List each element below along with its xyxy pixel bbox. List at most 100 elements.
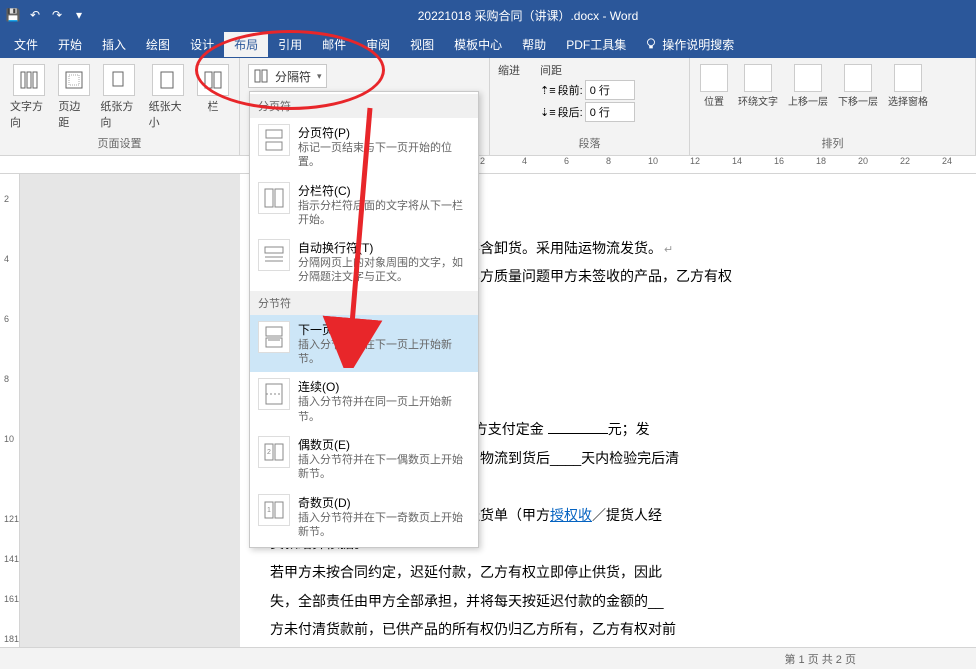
menu-file[interactable]: 文件 bbox=[4, 32, 48, 57]
bring-forward-button[interactable]: 上移一层 bbox=[786, 62, 830, 110]
title-bar: 💾 ↶ ↷ ▾ 20221018 采购合同（讲课）.docx - Word bbox=[0, 0, 976, 30]
odd-page-icon: 1 bbox=[258, 494, 290, 526]
bring-forward-icon bbox=[794, 64, 822, 92]
ruler-mark: 4 bbox=[522, 156, 527, 166]
menu-home[interactable]: 开始 bbox=[48, 32, 92, 57]
page-break-desc: 标记一页结束与下一页开始的位置。 bbox=[298, 141, 470, 170]
menu-mailings[interactable]: 邮件 bbox=[312, 32, 356, 57]
tell-me-label: 操作说明搜索 bbox=[662, 36, 734, 53]
menu-design[interactable]: 设计 bbox=[180, 32, 224, 57]
column-break-desc: 指示分栏符后面的文字将从下一栏开始。 bbox=[298, 199, 470, 228]
indent-label: 缩进 bbox=[498, 62, 520, 78]
odd-page-title: 奇数页(D) bbox=[298, 494, 470, 511]
vertical-ruler[interactable]: 246810121141161181 bbox=[0, 174, 20, 669]
position-icon bbox=[700, 64, 728, 92]
para-late-payment: 若甲方未按合同约定，迟延付款，乙方有权立即停止供货，因此 bbox=[270, 559, 946, 586]
continuous-break-item[interactable]: 连续(O) 插入分节符并在同一页上开始新节。 bbox=[250, 372, 478, 430]
ruler-mark: 2 bbox=[480, 156, 485, 166]
ruler-mark: 6 bbox=[564, 156, 569, 166]
spacing-before-input[interactable] bbox=[585, 80, 635, 100]
spacing-label: 间距 bbox=[540, 62, 635, 78]
menu-template[interactable]: 模板中心 bbox=[444, 32, 512, 57]
tell-me-search[interactable]: 操作说明搜索 bbox=[644, 36, 734, 53]
spacing-after-icon: ⇣≡ bbox=[540, 106, 556, 119]
odd-page-desc: 插入分节符并在下一奇数页上开始新节。 bbox=[298, 511, 470, 540]
ruler-mark: 18 bbox=[816, 156, 826, 166]
page-breaks-section: 分页符 bbox=[250, 94, 478, 118]
vruler-mark: 121 bbox=[4, 514, 19, 524]
section-breaks-section: 分节符 bbox=[250, 291, 478, 315]
menu-bar: 文件 开始 插入 绘图 设计 布局 引用 邮件 审阅 视图 模板中心 帮助 PD… bbox=[0, 30, 976, 58]
position-button[interactable]: 位置 bbox=[698, 62, 730, 110]
vruler-mark: 6 bbox=[4, 314, 9, 324]
columns-icon bbox=[197, 64, 229, 96]
continuous-desc: 插入分节符并在同一页上开始新节。 bbox=[298, 395, 470, 424]
bring-forward-label: 上移一层 bbox=[788, 93, 828, 108]
next-page-desc: 插入分节符并在下一页上开始新节。 bbox=[298, 338, 470, 367]
text-direction-icon bbox=[13, 64, 45, 96]
arrange-group-label: 排列 bbox=[698, 133, 967, 151]
breaks-icon bbox=[253, 68, 269, 84]
breaks-dropdown[interactable]: 分隔符 ▾ 分页符 分页符(P) 标记一页结束与下一页开始的位置。 bbox=[248, 64, 327, 88]
next-page-break-item[interactable]: 下一页(N) 插入分节符并在下一页上开始新节。 bbox=[250, 315, 478, 373]
menu-insert[interactable]: 插入 bbox=[92, 32, 136, 57]
spacing-after-input[interactable] bbox=[585, 102, 635, 122]
document-title: 20221018 采购合同（讲课）.docx - Word bbox=[86, 7, 970, 24]
save-icon[interactable]: 💾 bbox=[6, 8, 20, 22]
ruler-mark: 12 bbox=[690, 156, 700, 166]
column-break-item[interactable]: 分栏符(C) 指示分栏符后面的文字将从下一栏开始。 bbox=[250, 176, 478, 234]
qat-more-icon[interactable]: ▾ bbox=[72, 8, 86, 22]
breaks-dropdown-menu: 分页符 分页符(P) 标记一页结束与下一页开始的位置。 分栏符(C) 指示分栏符… bbox=[249, 91, 479, 548]
next-page-icon bbox=[258, 321, 290, 353]
vruler-mark: 141 bbox=[4, 554, 19, 564]
selection-pane-button[interactable]: 选择窗格 bbox=[886, 62, 930, 110]
breaks-label: 分隔符 bbox=[275, 68, 311, 85]
columns-button[interactable]: 栏 bbox=[195, 62, 231, 116]
menu-references[interactable]: 引用 bbox=[268, 32, 312, 57]
workspace: 246810121141161181 二条 交货方式、运输费用。 交货方式：供方… bbox=[0, 174, 976, 669]
wrap-text-label: 环绕文字 bbox=[738, 93, 778, 108]
ruler-mark: 20 bbox=[858, 156, 868, 166]
menu-draw[interactable]: 绘图 bbox=[136, 32, 180, 57]
menu-help[interactable]: 帮助 bbox=[512, 32, 556, 57]
vruler-mark: 4 bbox=[4, 254, 9, 264]
send-backward-label: 下移一层 bbox=[838, 93, 878, 108]
menu-review[interactable]: 审阅 bbox=[356, 32, 400, 57]
send-backward-icon bbox=[844, 64, 872, 92]
position-label: 位置 bbox=[704, 93, 724, 108]
even-page-title: 偶数页(E) bbox=[298, 436, 470, 453]
page-setup-group-label: 页面设置 bbox=[8, 133, 231, 151]
text-direction-button[interactable]: 文字方向 bbox=[8, 62, 50, 132]
selection-pane-icon bbox=[894, 64, 922, 92]
undo-icon[interactable]: ↶ bbox=[28, 8, 42, 22]
even-page-break-item[interactable]: 2 偶数页(E) 插入分节符并在下一偶数页上开始新节。 bbox=[250, 430, 478, 488]
horizontal-ruler[interactable]: // ruler ticks drawn inline later via JS… bbox=[0, 156, 976, 174]
para-liability: 失，全部责任由甲方全部承担，并将每天按延迟付款的金额的__ bbox=[270, 588, 946, 615]
page-count: 第 1 页 共 2 页 bbox=[784, 651, 856, 667]
menu-layout[interactable]: 布局 bbox=[224, 32, 268, 57]
spacing-after-label: 段后: bbox=[558, 104, 583, 120]
menu-pdftools[interactable]: PDF工具集 bbox=[556, 32, 636, 57]
orientation-icon bbox=[103, 64, 135, 96]
size-button[interactable]: 纸张大小 bbox=[147, 62, 189, 132]
margins-button[interactable]: 页边距 bbox=[56, 62, 92, 132]
columns-label: 栏 bbox=[207, 98, 218, 114]
vruler-mark: 181 bbox=[4, 634, 19, 644]
lightbulb-icon bbox=[644, 37, 658, 51]
wrap-text-button[interactable]: 环绕文字 bbox=[736, 62, 780, 110]
ribbon: 文字方向 页边距 纸张方向 纸张大小 bbox=[0, 58, 976, 156]
menu-view[interactable]: 视图 bbox=[400, 32, 444, 57]
document-area[interactable]: 二条 交货方式、运输费用。 交货方式：供方提供运输费用，不含卸货。采用陆运物流发… bbox=[20, 174, 976, 669]
redo-icon[interactable]: ↷ bbox=[50, 8, 64, 22]
column-break-title: 分栏符(C) bbox=[298, 182, 470, 199]
text-direction-label: 文字方向 bbox=[10, 98, 48, 130]
margins-icon bbox=[58, 64, 90, 96]
selection-pane-label: 选择窗格 bbox=[888, 93, 928, 108]
authorized-link[interactable]: 授权收 bbox=[550, 507, 592, 523]
send-backward-button[interactable]: 下移一层 bbox=[836, 62, 880, 110]
odd-page-break-item[interactable]: 1 奇数页(D) 插入分节符并在下一奇数页上开始新节。 bbox=[250, 488, 478, 546]
text-wrap-break-item[interactable]: 自动换行符(T) 分隔网页上的对象周围的文字，如分隔题注文字与正文。 bbox=[250, 233, 478, 291]
orientation-button[interactable]: 纸张方向 bbox=[98, 62, 140, 132]
vruler-mark: 161 bbox=[4, 594, 19, 604]
page-break-item[interactable]: 分页符(P) 标记一页结束与下一页开始的位置。 bbox=[250, 118, 478, 176]
